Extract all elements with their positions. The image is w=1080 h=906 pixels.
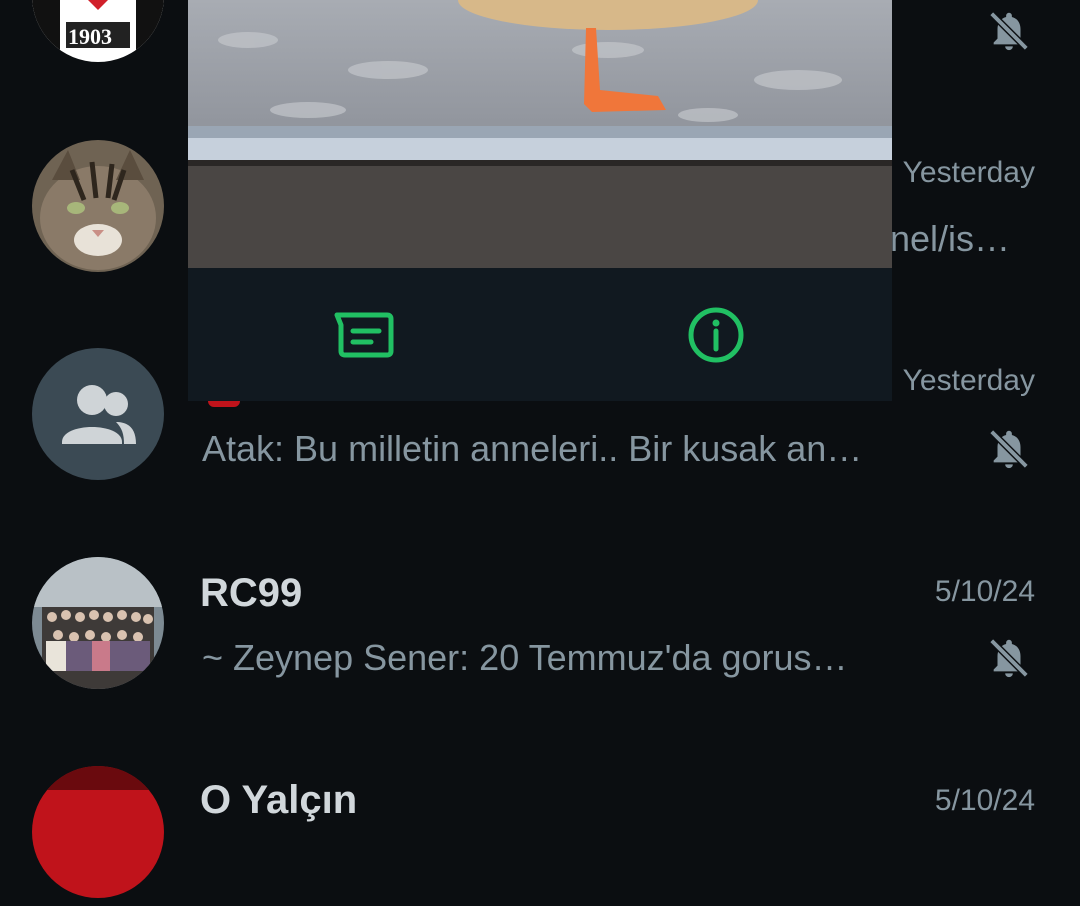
chat-preview: Atak: Bu milletin anneleri.. Bir kusak a…: [202, 428, 863, 469]
chat-time: 5/10/24: [934, 575, 1035, 608]
profile-photo[interactable]: [188, 0, 892, 268]
popup-action-bar: [188, 268, 892, 401]
muted-bell-icon: [989, 429, 1029, 469]
avatar: [32, 140, 164, 272]
avatar-year: 1903: [68, 24, 112, 49]
info-icon: [688, 307, 744, 362]
chat-name: O Yalçın: [200, 778, 358, 822]
info-button[interactable]: [540, 268, 892, 401]
chat-row-3[interactable]: RC99 5/10/24 ~ Zeynep Sener: 20 Temmuz'd…: [0, 557, 1080, 697]
chat-row-4[interactable]: O Yalçın 5/10/24: [0, 766, 1080, 906]
avatar: [32, 557, 164, 689]
avatar: 1903: [32, 0, 164, 62]
avatar: [32, 766, 164, 898]
chat-preview: ~ Zeynep Sener: 20 Temmuz'da gorus…: [202, 637, 848, 678]
group-icon: [62, 385, 136, 444]
group-avatar: [32, 348, 164, 480]
unread-indicator: [208, 401, 240, 407]
muted-bell-icon: [989, 638, 1029, 678]
message-button[interactable]: [188, 268, 540, 401]
message-icon: [334, 312, 394, 357]
chat-time: Yesterday: [902, 364, 1035, 397]
chat-preview: nel/is…: [890, 218, 1011, 259]
chat-name: RC99: [200, 571, 303, 615]
chat-time: 5/10/24: [934, 784, 1035, 817]
chat-time: Yesterday: [902, 156, 1035, 189]
muted-bell-icon: [989, 11, 1029, 51]
profile-photo-popup: [188, 0, 892, 401]
